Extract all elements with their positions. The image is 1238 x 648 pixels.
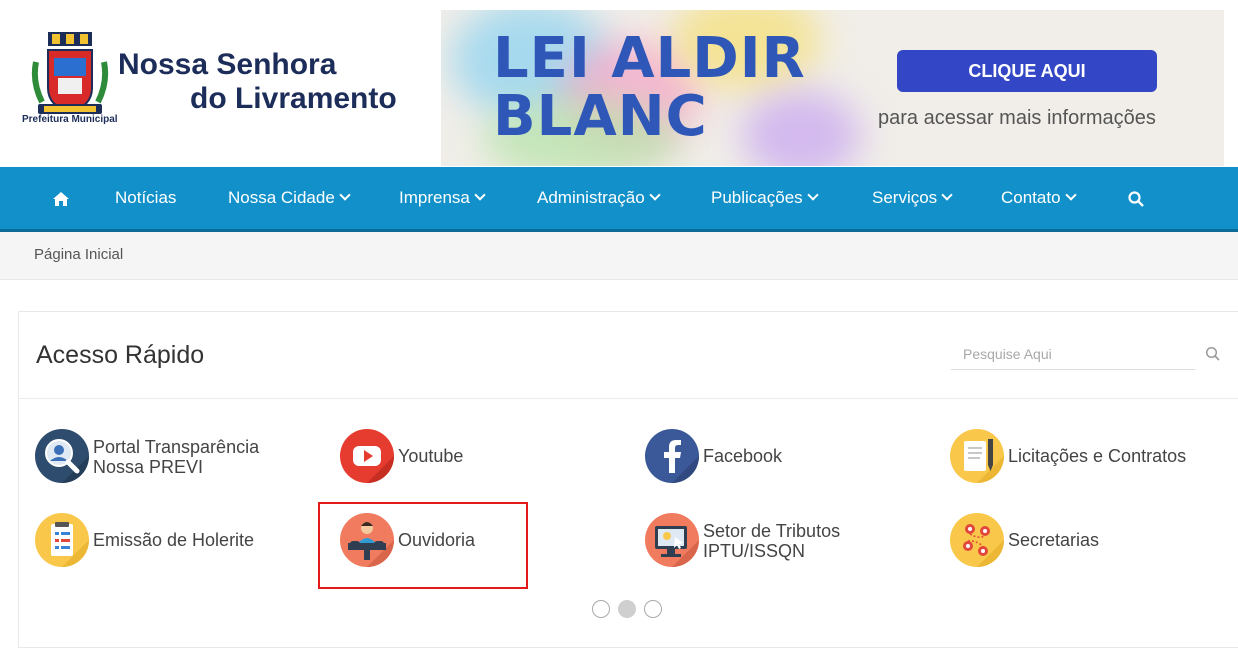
quick-link-holerite[interactable]: Emissão de Holerite (35, 513, 295, 569)
transparency-portal-icon (35, 429, 89, 483)
lei-aldir-blanc-banner[interactable]: LEI ALDIR BLANC CLIQUE AQUI para acessar… (441, 10, 1224, 166)
quick-link-youtube[interactable]: Youtube (340, 429, 500, 485)
selection-highlight (318, 502, 528, 589)
quick-link-label: Emissão de Holerite (93, 530, 255, 550)
chevron-down-icon (649, 189, 661, 201)
quick-access-title: Acesso Rápido (36, 341, 205, 369)
site-subtitle: Prefeitura Municipal (22, 114, 118, 125)
nav-item-administracao[interactable]: Administração (537, 167, 661, 229)
nav-search-button[interactable] (1128, 167, 1144, 229)
site-logo[interactable]: Nossa Senhora do Livramento Prefeitura M… (20, 28, 440, 148)
nav-item-contato[interactable]: Contato (1001, 167, 1077, 229)
nav-item-label: Serviços (872, 188, 938, 207)
taxes-icon (645, 513, 699, 567)
chevron-down-icon (941, 189, 953, 201)
nav-item-nossa-cidade[interactable]: Nossa Cidade (228, 167, 351, 229)
quick-link-label: Facebook (703, 446, 783, 466)
search-icon (1128, 190, 1144, 207)
carousel-dot-3[interactable] (644, 600, 662, 618)
quick-link-facebook[interactable]: Facebook (645, 429, 805, 485)
quick-link-label: Licitações e Contratos (1008, 446, 1187, 466)
quick-link-sublabel: IPTU/ISSQN (703, 541, 806, 561)
facebook-icon (645, 429, 699, 483)
nav-item-noticias[interactable]: Notícias (115, 167, 176, 229)
banner-subtext: para acessar mais informações (878, 107, 1156, 129)
nav-item-publicacoes[interactable]: Publicações (711, 167, 819, 229)
banner-cta-button[interactable]: CLIQUE AQUI (897, 50, 1157, 92)
nav-item-label: Publicações (711, 188, 803, 207)
site-title: Nossa Senhora do Livramento (118, 48, 397, 116)
quick-link-sublabel: Nossa PREVI (93, 457, 204, 477)
quick-link-portal-transparencia[interactable]: Portal Transparência Nossa PREVI (35, 429, 295, 485)
quick-link-label: Youtube (398, 446, 464, 466)
chevron-down-icon (474, 189, 486, 201)
nav-item-label: Imprensa (399, 188, 470, 207)
payslip-icon (35, 513, 89, 567)
nav-item-label: Nossa Cidade (228, 188, 335, 207)
quick-link-secretarias[interactable]: Secretarias (950, 513, 1150, 569)
carousel-dot-2[interactable] (618, 600, 636, 618)
chevron-down-icon (1064, 189, 1077, 201)
municipal-crest-icon (31, 32, 109, 114)
nav-item-imprensa[interactable]: Imprensa (399, 167, 486, 229)
nav-item-servicos[interactable]: Serviços (872, 167, 953, 229)
contracts-icon (950, 429, 1004, 483)
nav-item-label: Administração (537, 188, 645, 207)
carousel-dot-1[interactable] (592, 600, 610, 618)
site-title-line2: do Livramento (190, 82, 397, 115)
banner-title-line1: LEI ALDIR (493, 26, 806, 91)
quick-access-search-input[interactable] (951, 338, 1195, 370)
departments-icon (950, 513, 1004, 567)
quick-link-label: Setor de Tributos (703, 521, 841, 541)
chevron-down-icon (807, 189, 819, 201)
site-title-line1: Nossa Senhora (118, 48, 337, 81)
quick-link-licitacoes[interactable]: Licitações e Contratos (950, 429, 1210, 485)
search-icon[interactable] (1205, 346, 1221, 362)
quick-link-label: Secretarias (1008, 530, 1100, 550)
main-navigation: Notícias Nossa Cidade Imprensa Administr… (0, 167, 1238, 232)
home-icon (53, 191, 69, 206)
quick-link-tributos[interactable]: Setor de Tributos IPTU/ISSQN (645, 513, 905, 569)
breadcrumb: Página Inicial (0, 232, 1238, 280)
quick-link-label: Portal Transparência (93, 437, 260, 457)
nav-item-label: Notícias (115, 188, 177, 207)
nav-item-label: Contato (1001, 188, 1061, 207)
chevron-down-icon (339, 189, 351, 201)
nav-home[interactable] (52, 167, 70, 229)
banner-title: LEI ALDIR BLANC (493, 30, 806, 146)
banner-title-line2: BLANC (493, 84, 708, 149)
divider (19, 398, 1238, 399)
youtube-icon (340, 429, 394, 483)
breadcrumb-home-link[interactable]: Página Inicial (34, 246, 123, 263)
